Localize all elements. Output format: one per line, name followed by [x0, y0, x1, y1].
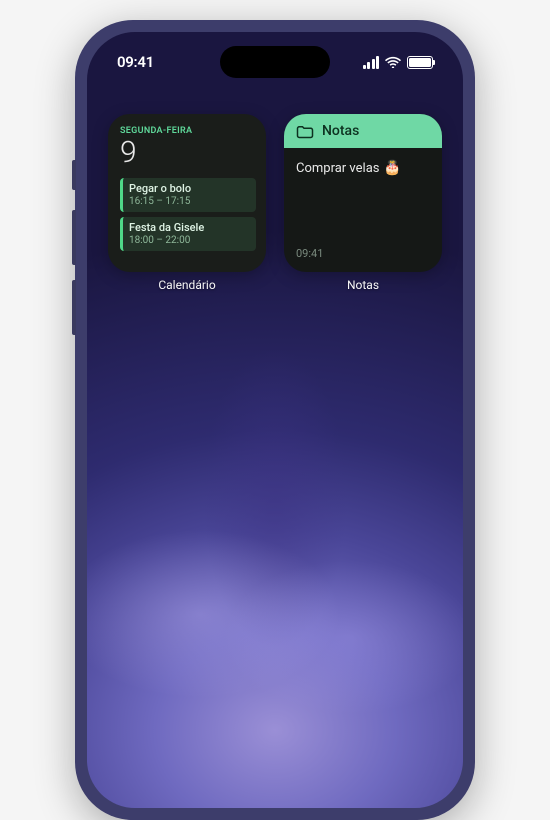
widget-row: SEGUNDA-FEIRA 9 Pegar o bolo 16:15 – 17:… [87, 114, 463, 292]
volume-down-button[interactable] [72, 280, 76, 335]
notes-content: Comprar velas 🎂 [296, 160, 430, 176]
event-title: Festa da Gisele [129, 221, 250, 234]
event-time: 16:15 – 17:15 [129, 195, 250, 208]
battery-icon [407, 56, 433, 69]
volume-up-button[interactable] [72, 210, 76, 265]
notes-timestamp: 09:41 [296, 247, 430, 260]
cellular-signal-icon [363, 56, 380, 69]
status-indicators [363, 56, 434, 69]
calendar-event[interactable]: Festa da Gisele 18:00 – 22:00 [120, 217, 256, 251]
event-time: 18:00 – 22:00 [129, 234, 250, 247]
calendar-widget[interactable]: SEGUNDA-FEIRA 9 Pegar o bolo 16:15 – 17:… [108, 114, 266, 272]
wifi-icon [385, 56, 401, 68]
calendar-day-label: SEGUNDA-FEIRA [120, 126, 256, 136]
notes-header: Notas [284, 114, 442, 148]
folder-icon [296, 124, 314, 138]
dynamic-island[interactable] [220, 46, 330, 78]
note-text: Comprar velas [296, 161, 379, 176]
notes-widget-label: Notas [347, 278, 379, 292]
notes-header-title: Notas [322, 123, 359, 139]
calendar-widget-wrap: SEGUNDA-FEIRA 9 Pegar o bolo 16:15 – 17:… [108, 114, 266, 292]
notes-body: Comprar velas 🎂 09:41 [284, 148, 442, 272]
status-time: 09:41 [117, 53, 154, 71]
notes-widget[interactable]: Notas Comprar velas 🎂 09:41 [284, 114, 442, 272]
calendar-event[interactable]: Pegar o bolo 16:15 – 17:15 [120, 178, 256, 212]
phone-frame: 09:41 SEGUNDA-FEIRA 9 Pegar [75, 20, 475, 820]
home-screen: 09:41 SEGUNDA-FEIRA 9 Pegar [87, 32, 463, 808]
calendar-widget-label: Calendário [158, 278, 215, 292]
notes-widget-wrap: Notas Comprar velas 🎂 09:41 Notas [284, 114, 442, 292]
calendar-date: 9 [120, 138, 256, 168]
mute-switch[interactable] [72, 160, 76, 190]
event-title: Pegar o bolo [129, 182, 250, 195]
cake-emoji-icon: 🎂 [383, 160, 400, 176]
